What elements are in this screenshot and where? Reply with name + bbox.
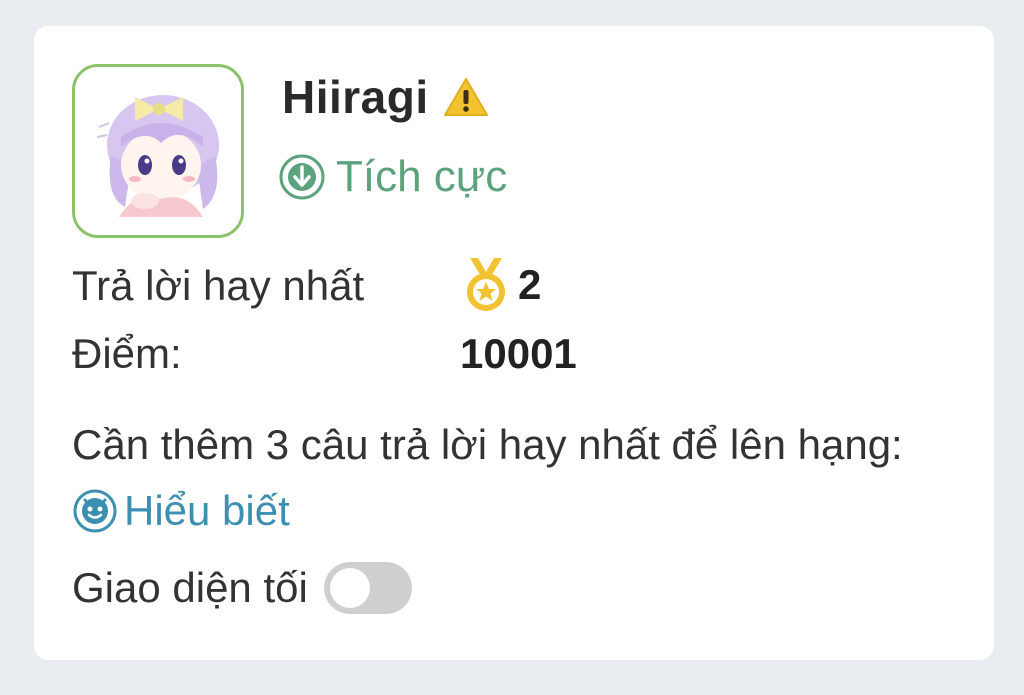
dark-mode-label: Giao diện tối xyxy=(72,564,308,611)
anime-avatar-icon xyxy=(96,95,219,217)
points-count: 10001 xyxy=(460,330,577,377)
rank-badge[interactable]: Tích cực xyxy=(278,152,507,202)
best-answers-label: Trả lời hay nhất xyxy=(72,262,365,309)
rank-progress-text: Cần thêm 3 câu trả lời hay nhất để lên h… xyxy=(72,421,903,468)
best-answers-count: 2 xyxy=(518,261,542,308)
toggle-knob xyxy=(329,568,370,608)
username-row: Hiiragi xyxy=(282,70,489,124)
rank-understanding-icon xyxy=(73,489,117,533)
dark-mode-toggle[interactable] xyxy=(323,562,412,614)
points-value: 10001 xyxy=(460,330,577,378)
avatar[interactable] xyxy=(72,64,244,238)
username[interactable]: Hiiragi xyxy=(282,70,429,124)
profile-card: Hiiragi Tích cực Trả lời hay nhất 2 Điểm… xyxy=(34,26,994,660)
rank-progress-note: Cần thêm 3 câu trả lời hay nhất để lên h… xyxy=(72,412,952,553)
best-answers-value: 2 xyxy=(460,256,541,314)
next-rank-label: Hiểu biết xyxy=(124,487,290,534)
medal-icon xyxy=(467,258,505,311)
points-label: Điểm: xyxy=(72,330,182,377)
rank-label: Tích cực xyxy=(336,152,508,201)
rank-active-icon xyxy=(279,154,325,200)
dark-mode-row: Giao diện tối xyxy=(72,562,412,614)
next-rank-link[interactable]: Hiểu biết xyxy=(72,478,290,544)
warning-icon[interactable] xyxy=(443,76,489,118)
